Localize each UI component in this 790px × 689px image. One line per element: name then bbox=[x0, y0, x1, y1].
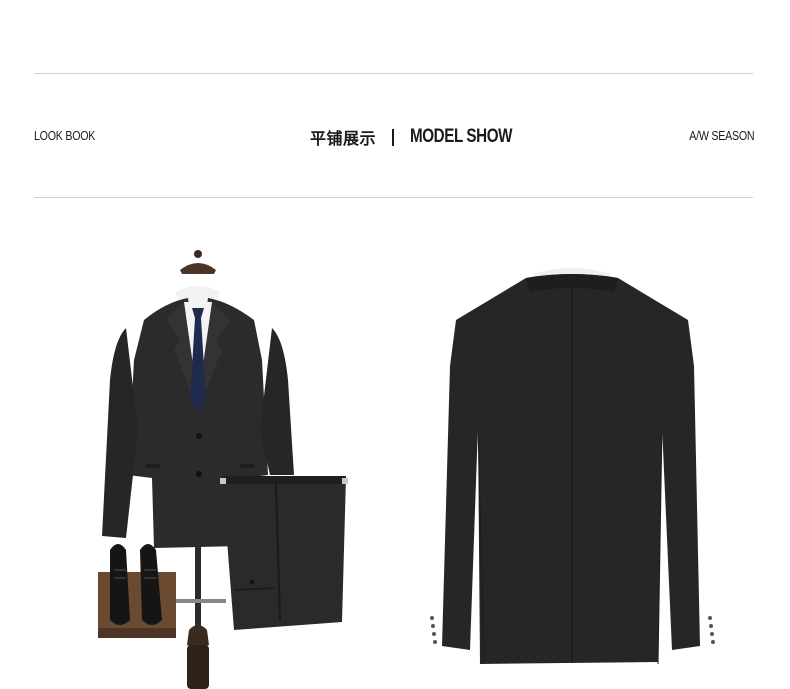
suit-back-image bbox=[422, 266, 724, 668]
section-title: 平铺展示 MODEL SHOW bbox=[310, 125, 538, 149]
suit-front-image bbox=[96, 250, 356, 689]
section-title-en: MODEL SHOW bbox=[410, 126, 513, 147]
season-label: A/W SEASON bbox=[688, 128, 754, 143]
section-header: LOOK BOOK 平铺展示 MODEL SHOW A/W SEASON bbox=[0, 122, 790, 152]
look-book-label: LOOK BOOK bbox=[34, 128, 96, 143]
top-divider bbox=[34, 73, 753, 74]
bottom-divider bbox=[34, 197, 753, 198]
section-title-cn: 平铺展示 bbox=[310, 129, 377, 148]
title-separator bbox=[392, 128, 395, 146]
